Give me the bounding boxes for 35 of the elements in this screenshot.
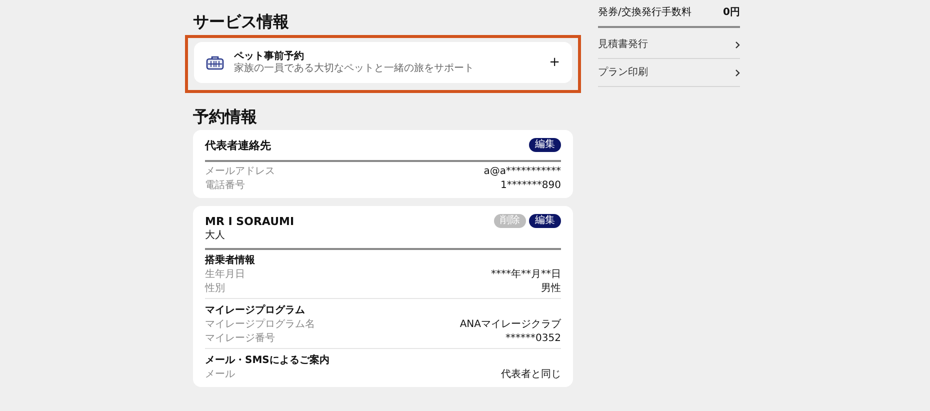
field-label: メールアドレス — [205, 165, 275, 179]
chevron-right-icon — [735, 40, 740, 48]
field-label: 電話番号 — [205, 179, 245, 193]
card-subtitle: 大人 — [205, 230, 226, 242]
card-title: MR I SORAUMI — [205, 214, 294, 230]
sidebar-link[interactable]: プラン印刷 — [598, 59, 740, 87]
field-value: 代表者と同じ — [501, 368, 561, 382]
service-description: 家族の一員である大切なペットと一緒の旅をサポート — [234, 63, 474, 75]
group-heading: メール・SMSによるご案内 — [205, 353, 330, 368]
sidebar-link[interactable]: 見積書発行 — [598, 31, 740, 59]
group-heading: 搭乗者情報 — [205, 254, 256, 268]
fee-value: 0円 — [723, 6, 740, 20]
field-value: ****年**月**日 — [491, 268, 561, 282]
group-heading: マイレージプログラム — [205, 303, 306, 318]
service-title: ペット事前予約 — [234, 50, 305, 62]
edit-button[interactable]: 編集 — [529, 214, 561, 228]
field-value: ******0352 — [506, 332, 561, 346]
section-title: サービス情報 — [193, 12, 290, 32]
field-label: 生年月日 — [205, 268, 245, 282]
pet-carrier-icon — [206, 54, 224, 70]
service-card[interactable]: ペット事前予約 家族の一員である大切なペットと一緒の旅をサポート + — [194, 42, 572, 83]
field-value: 1*******890 — [500, 179, 561, 193]
field-label: マイレージプログラム名 — [205, 318, 315, 332]
field-value: a@a*********** — [484, 165, 561, 179]
field-value: ANAマイレージクラブ — [460, 318, 561, 332]
fee-label: 発券/交換発行手数料 — [598, 6, 692, 20]
field-value: 男性 — [541, 282, 561, 296]
expand-toggle[interactable]: + — [549, 52, 560, 72]
section-title: 予約情報 — [193, 107, 258, 127]
chevron-right-icon — [735, 68, 740, 76]
field-label: マイレージ番号 — [205, 332, 275, 346]
edit-button[interactable]: 編集 — [529, 138, 561, 152]
field-label: 性別 — [205, 282, 225, 296]
field-label: メール — [205, 368, 235, 382]
card-title: 代表者連絡先 — [205, 138, 271, 154]
